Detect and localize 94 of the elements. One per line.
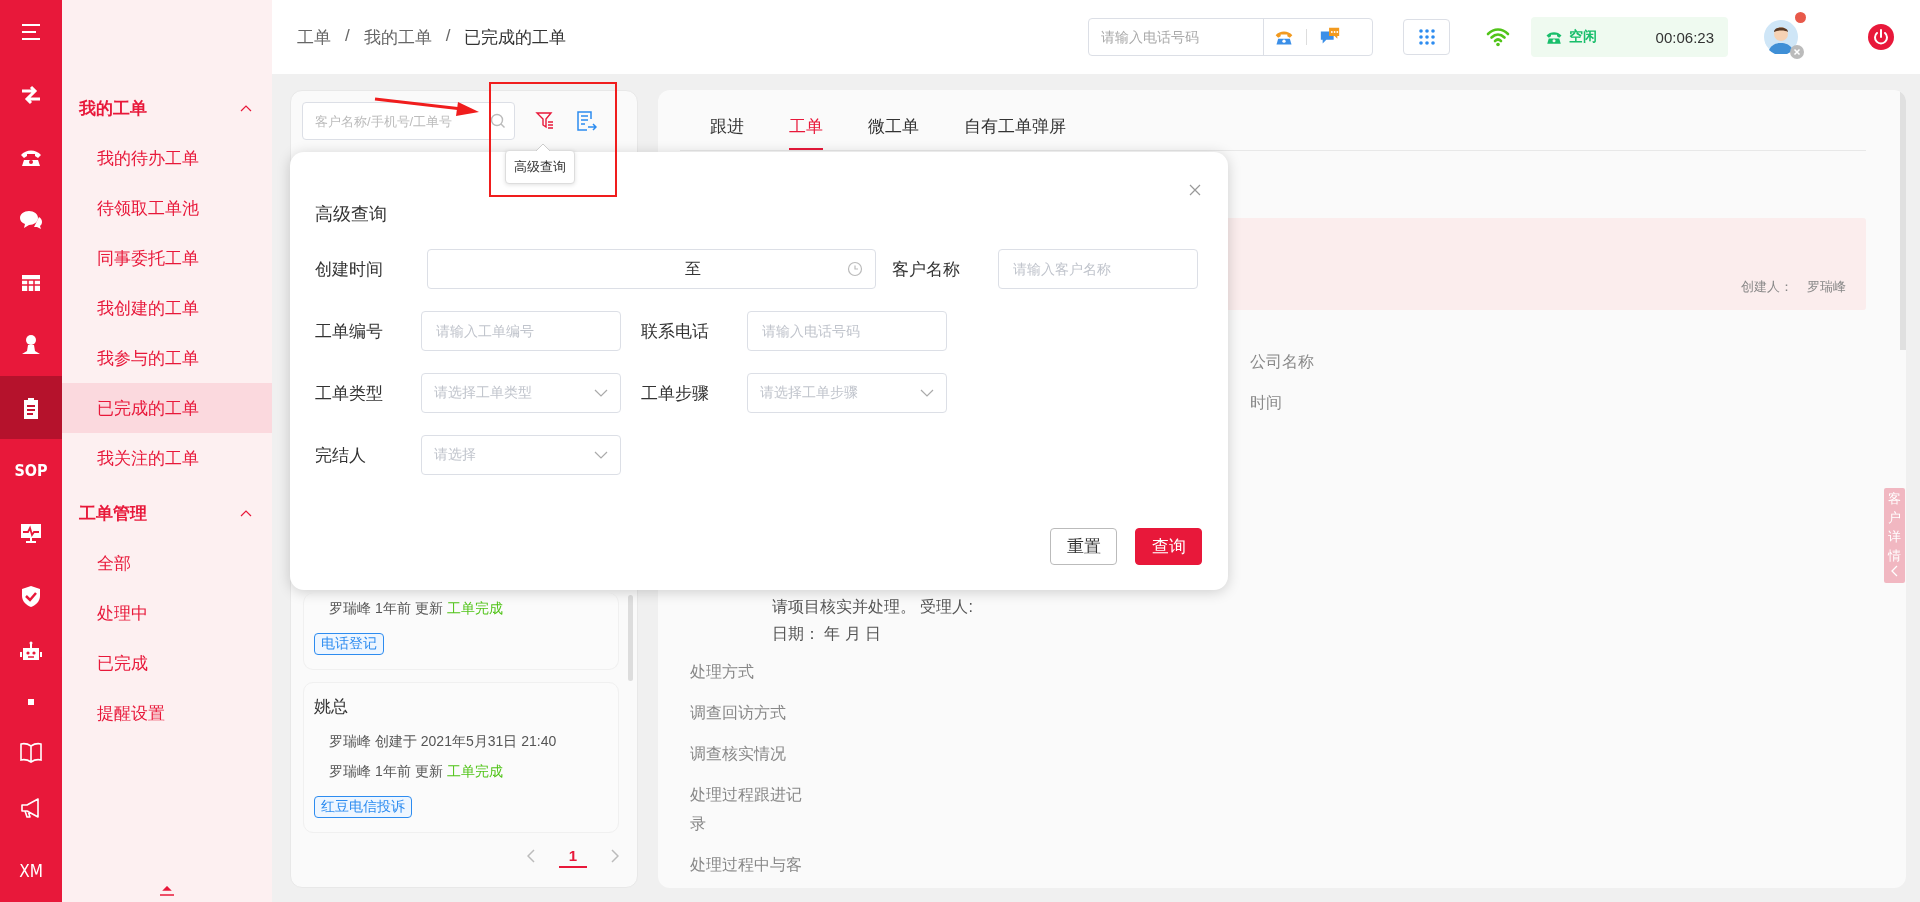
status-label: 工单完成 <box>446 599 503 618</box>
sidebar-item[interactable]: 同事委托工单 <box>62 233 272 283</box>
sidebar-item[interactable]: 我关注的工单 <box>62 433 272 483</box>
created-info: 罗瑞峰 创建于 2021年5月31日 21:40 <box>328 732 558 751</box>
scrollbar-thumb[interactable] <box>628 595 633 681</box>
sidebar-item[interactable]: 我的待办工单 <box>62 133 272 183</box>
page-number[interactable]: 1 <box>558 844 587 868</box>
sidebar-item[interactable]: 全部 <box>62 538 272 588</box>
tooltip-caret-icon <box>536 144 550 151</box>
field-label: 创建时间 <box>315 258 384 281</box>
close-icon <box>1189 184 1201 196</box>
ticket-card[interactable]: 姚总 罗瑞峰 创建于 2021年5月31日 21:40 罗瑞峰 1年前 更新 工单完成 红豆电信投诉 <box>303 682 619 833</box>
power-icon[interactable] <box>1868 24 1894 50</box>
dialpad-button[interactable] <box>1403 19 1450 55</box>
search-icon[interactable] <box>490 113 506 129</box>
caret-icon[interactable] <box>240 104 252 112</box>
tab[interactable]: 跟进 <box>710 115 744 150</box>
chevron-left-icon <box>1890 565 1899 578</box>
rail-label[interactable]: SOP <box>14 460 48 480</box>
field-label: 客户名称 <box>892 258 961 281</box>
search-field[interactable]: 客户名称/手机号/工单号 <box>302 102 515 140</box>
status-label: 工单完成 <box>446 762 503 781</box>
text-field[interactable]: 请输入工单编号 <box>421 311 621 351</box>
sidebar-item[interactable]: 已完成 <box>62 638 272 688</box>
notification-dot <box>1795 12 1806 23</box>
group-title[interactable]: 工单管理 <box>79 501 147 525</box>
sidebar-item[interactable]: 提醒设置 <box>62 688 272 738</box>
note-text: 请项目核实并处理。 受理人: <box>772 597 974 617</box>
field-label: 处理过程中与客 <box>690 855 803 875</box>
field-label: 联系电话 <box>641 320 710 343</box>
text-input[interactable]: 请输入工单编号 <box>434 322 608 340</box>
breadcrumb-item[interactable]: 我的工单 <box>363 25 432 49</box>
text-field[interactable]: 请输入电话号码 <box>747 311 947 351</box>
search-button[interactable]: 查询 <box>1135 528 1202 565</box>
note-text: 日期： 年 月 日 <box>772 624 883 644</box>
close-button[interactable] <box>1189 184 1201 196</box>
tooltip: 高级查询 <box>505 150 575 184</box>
category-tag: 红豆电信投诉 <box>314 796 412 818</box>
offline-badge-icon <box>1790 45 1804 59</box>
chevron-down-icon <box>920 389 934 397</box>
caret-icon[interactable] <box>240 509 252 517</box>
field-label: 创建人： <box>1741 278 1793 296</box>
tab[interactable]: 微工单 <box>868 115 919 150</box>
sidebar-item[interactable]: 我参与的工单 <box>62 333 272 383</box>
field-label: 工单编号 <box>315 320 384 343</box>
clock-icon <box>847 261 863 277</box>
collapse-icon[interactable] <box>159 886 175 896</box>
dialog-title: 高级查询 <box>315 203 387 226</box>
chevron-down-icon <box>594 389 608 397</box>
rail-label[interactable]: XM <box>19 860 43 881</box>
avatar-icon[interactable] <box>1764 20 1798 54</box>
ticket-card[interactable]: 罗瑞峰 1年前 更新 工单完成 电话登记 <box>303 593 619 670</box>
export-list-icon[interactable] <box>575 110 597 132</box>
breadcrumb-separator: / <box>345 25 350 47</box>
field-label: 处理过程跟进记录 <box>690 785 803 834</box>
sidebar-item[interactable]: 待领取工单池 <box>62 183 272 233</box>
date-range-field[interactable]: 至 <box>427 249 876 289</box>
field-label: 调查回访方式 <box>690 703 787 723</box>
grid-dots-icon <box>1417 28 1436 46</box>
call-timer: 00:06:23 <box>1655 28 1714 46</box>
text-field[interactable]: 请输入客户名称 <box>998 249 1198 289</box>
tab[interactable]: 工单 <box>789 115 823 150</box>
category-tag: 电话登记 <box>314 633 384 655</box>
tab[interactable]: 自有工单弹屏 <box>964 115 1066 150</box>
field-label: 时间 <box>1250 393 1283 413</box>
search-input[interactable]: 客户名称/手机号/工单号 <box>313 112 490 130</box>
sidebar-item[interactable]: 处理中 <box>62 588 272 638</box>
breadcrumb-separator: / <box>445 25 451 47</box>
text-input[interactable]: 请输入电话号码 <box>760 322 934 340</box>
field-label: 工单类型 <box>315 382 384 405</box>
breadcrumb-item: 已完成的工单 <box>464 26 567 49</box>
scrollbar-thumb[interactable] <box>1900 90 1906 350</box>
agent-status-panel[interactable]: 空闲 00:06:23 <box>1531 17 1728 57</box>
agent-status: 空闲 <box>1569 28 1598 46</box>
phone-number-field[interactable]: 请输入电话号码 <box>1088 18 1373 56</box>
sidebar-item[interactable]: 我创建的工单 <box>62 283 272 333</box>
update-info: 罗瑞峰 1年前 更新 <box>329 762 443 781</box>
sidebar-item[interactable]: 已完成的工单 <box>62 383 272 433</box>
field-label: 处理方式 <box>690 662 755 682</box>
breadcrumb-item[interactable]: 工单 <box>297 25 331 49</box>
group-title[interactable]: 我的工单 <box>79 96 147 120</box>
reset-button[interactable]: 重置 <box>1050 528 1117 565</box>
shield-icon[interactable] <box>19 583 43 608</box>
update-info: 罗瑞峰 1年前 更新 <box>329 599 443 618</box>
filter-icon[interactable] <box>535 110 555 130</box>
field-label: 公司名称 <box>1250 352 1315 372</box>
chevron-down-icon <box>594 451 608 459</box>
field-label: 完结人 <box>315 444 367 467</box>
field-label: 工单步骤 <box>641 382 710 405</box>
phone-number-input[interactable]: 请输入电话号码 <box>1089 19 1263 55</box>
creator-name: 罗瑞峰 <box>1807 278 1846 296</box>
customer-name: 姚总 <box>314 696 349 718</box>
field-label: 调查核实情况 <box>690 744 787 764</box>
text-input[interactable]: 请输入客户名称 <box>1011 260 1185 278</box>
